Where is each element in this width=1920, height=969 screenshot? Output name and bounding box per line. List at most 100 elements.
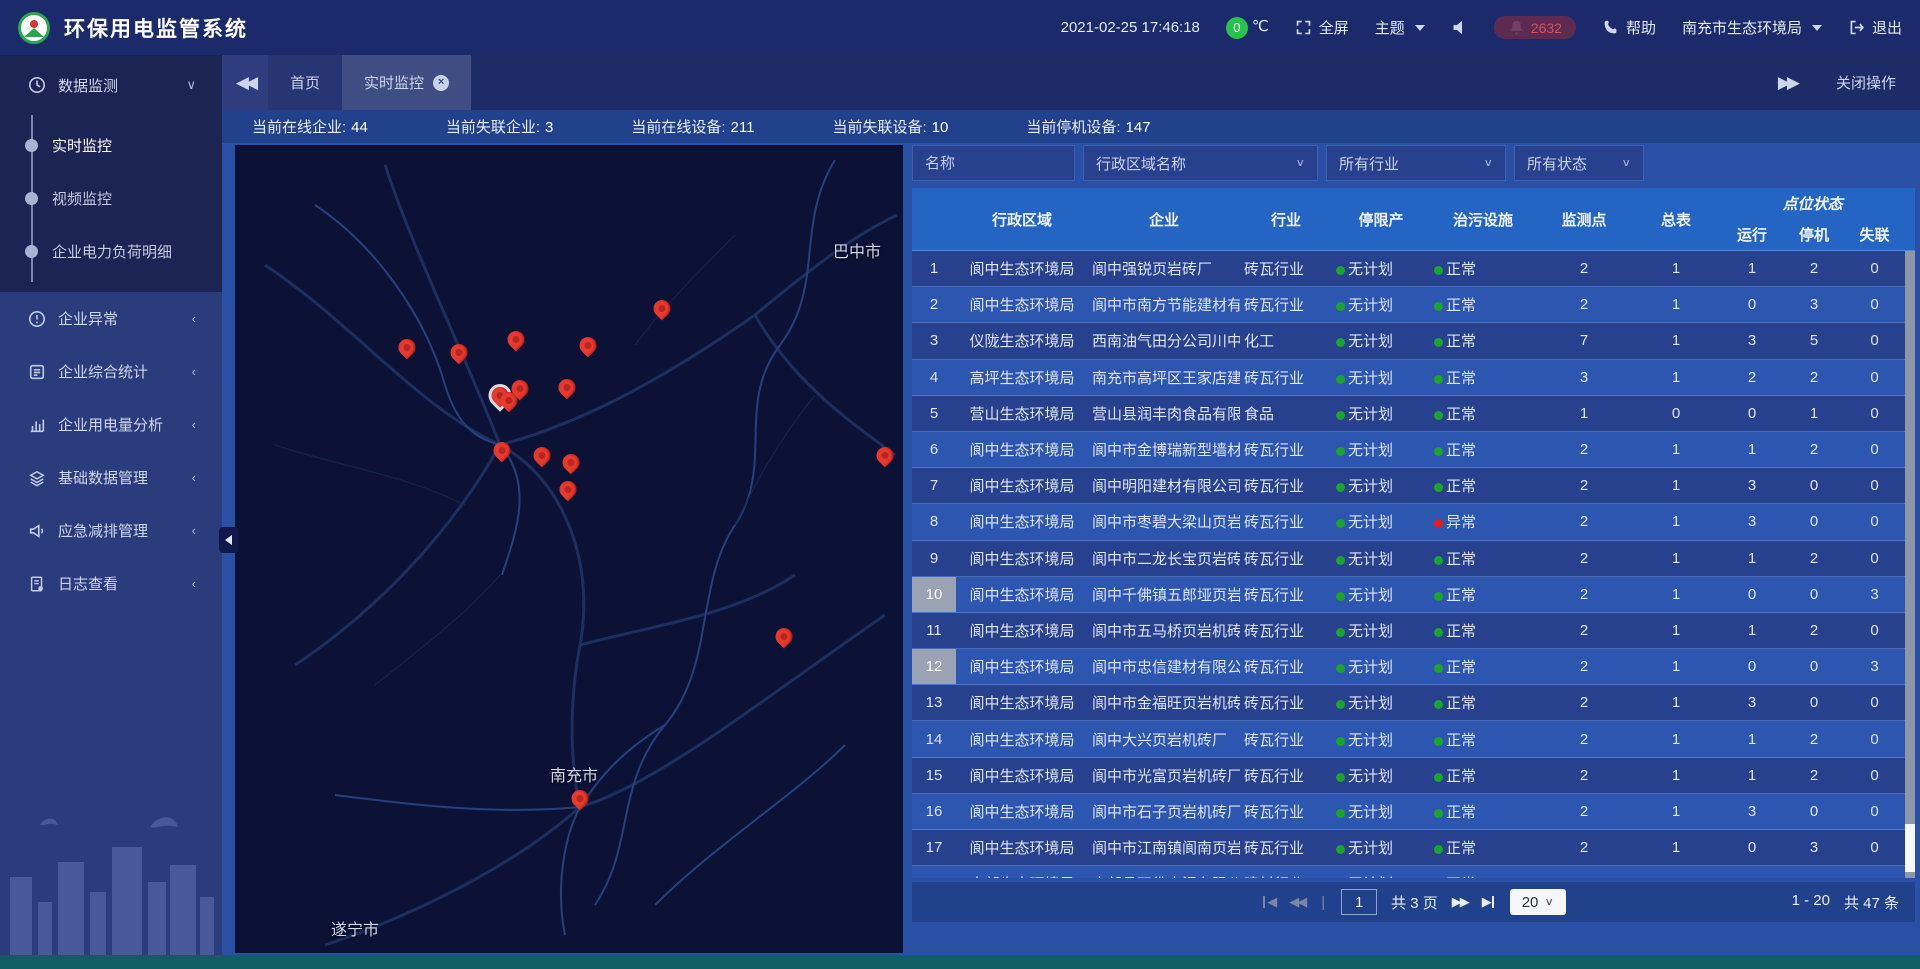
row-meters: 1	[1632, 332, 1720, 349]
sidebar-group-log-view: 日志查看‹	[0, 557, 222, 610]
row-run: 0	[1720, 658, 1784, 675]
table-row[interactable]: 2阆中生态环境局阆中市南方节能建材有砖瓦行业无计划正常21030	[912, 287, 1915, 323]
row-region: 南部生态环境局	[956, 873, 1088, 878]
row-facility-status: 正常	[1430, 656, 1536, 677]
chevron-left-icon: ‹	[192, 417, 196, 432]
sidebar-item-video-monitoring[interactable]: 视频监控	[0, 172, 222, 225]
table-row[interactable]: 13阆中生态环境局阆中市金福旺页岩机砖砖瓦行业无计划正常21300	[912, 685, 1915, 721]
row-points: 2	[1536, 441, 1632, 458]
status-dot-icon	[1336, 375, 1345, 384]
row-limit-status: 无计划	[1332, 873, 1430, 878]
org-dropdown[interactable]: 南充市生态环境局	[1682, 17, 1822, 38]
row-run: 3	[1720, 803, 1784, 820]
sidebar-item-emergency-reduction[interactable]: 应急减排管理‹	[0, 504, 222, 557]
chevron-down-icon: ∨	[1544, 896, 1554, 909]
industry-filter-select[interactable]: 所有行业∨	[1326, 145, 1506, 181]
row-run: 3	[1720, 513, 1784, 530]
table-row[interactable]: 9阆中生态环境局阆中市二龙长宝页岩砖砖瓦行业无计划正常21120	[912, 541, 1915, 577]
status-dot-icon	[1336, 447, 1345, 456]
table-row[interactable]: 7阆中生态环境局阆中明阳建材有限公司砖瓦行业无计划正常21300	[912, 468, 1915, 504]
map[interactable]: 巴中市南充市遂宁市	[235, 145, 903, 953]
next-page-button[interactable]: ▶▶	[1452, 894, 1468, 910]
map-collapse-button[interactable]	[219, 527, 238, 553]
stat-value: 211	[731, 119, 755, 136]
close-operations-dropdown[interactable]: 关闭操作	[1836, 72, 1896, 93]
row-index: 3	[912, 323, 956, 358]
row-industry: 砖瓦行业	[1240, 439, 1332, 460]
row-lost: 0	[1844, 477, 1905, 494]
table-row[interactable]: 17阆中生态环境局阆中市江南镇阆南页岩砖瓦行业无计划正常21030	[912, 830, 1915, 866]
status-filter-select[interactable]: 所有状态∨	[1514, 145, 1644, 181]
volume-icon[interactable]	[1451, 19, 1468, 36]
first-page-button[interactable]: ◀	[1261, 894, 1275, 910]
table-row[interactable]: 3仪陇生态环境局西南油气田分公司川中化工无计划正常71350	[912, 323, 1915, 359]
fast-forward-icon[interactable]: ▶▶	[1778, 73, 1796, 93]
row-industry: 砖瓦行业	[1240, 765, 1332, 786]
bell-icon	[1508, 19, 1525, 36]
sidebar-item-power-load-detail[interactable]: 企业电力负荷明细	[0, 225, 222, 278]
tab-home[interactable]: 首页	[268, 55, 342, 110]
alert-icon	[28, 310, 46, 328]
tab-realtime-monitoring[interactable]: 实时监控 ×	[342, 55, 471, 110]
prev-page-button[interactable]: ◀◀	[1289, 894, 1305, 910]
row-points: 2	[1536, 550, 1632, 567]
row-facility-status: 正常	[1430, 294, 1536, 315]
row-facility-status: 正常	[1430, 837, 1536, 858]
row-run: 1	[1720, 767, 1784, 784]
row-limit-status: 无计划	[1332, 439, 1430, 460]
table-row[interactable]: 18南部生态环境局南部县双佛水泥有限公建材行业无计划正常21000	[912, 866, 1915, 878]
row-lost: 0	[1844, 441, 1905, 458]
sidebar-group-power-usage-analysis: 企业用电量分析‹	[0, 398, 222, 451]
table-header: 行政区域 企业 行业 停限产 治污设施 监测点 总表 点位状态 运行	[912, 188, 1915, 251]
notification-badge[interactable]: 2632	[1494, 16, 1576, 39]
scrollbar-thumb[interactable]	[1905, 824, 1915, 872]
row-stop: 0	[1784, 513, 1844, 530]
row-meters: 1	[1632, 550, 1720, 567]
row-run: 3	[1720, 694, 1784, 711]
page-size-select[interactable]: 20∨	[1510, 889, 1566, 915]
row-meters: 1	[1632, 875, 1720, 878]
sidebar-item-data-monitoring[interactable]: 数据监测∨	[0, 55, 222, 115]
table-row[interactable]: 4高坪生态环境局南充市高坪区王家店建砖瓦行业无计划正常31220	[912, 360, 1915, 396]
sidebar-item-enterprise-stats[interactable]: 企业综合统计‹	[0, 345, 222, 398]
sidebar-group-data-monitoring: 数据监测∨实时监控视频监控企业电力负荷明细	[0, 55, 222, 292]
row-run: 1	[1720, 260, 1784, 277]
table-row[interactable]: 8阆中生态环境局阆中市枣碧大梁山页岩砖瓦行业无计划异常21300	[912, 504, 1915, 540]
sidebar-item-power-usage-analysis[interactable]: 企业用电量分析‹	[0, 398, 222, 451]
table-row[interactable]: 11阆中生态环境局阆中市五马桥页岩机砖砖瓦行业无计划正常21120	[912, 613, 1915, 649]
logout-button[interactable]: 退出	[1848, 17, 1902, 38]
row-region: 阆中生态环境局	[956, 439, 1088, 460]
page-number-input[interactable]: 1	[1341, 889, 1377, 915]
row-stop: 2	[1784, 260, 1844, 277]
table-row[interactable]: 10阆中生态环境局阆中千佛镇五郎垭页岩砖瓦行业无计划正常21003	[912, 577, 1915, 613]
table-row[interactable]: 12阆中生态环境局阆中市忠信建材有限公砖瓦行业无计划正常21003	[912, 649, 1915, 685]
fullscreen-button[interactable]: 全屏	[1295, 17, 1349, 38]
row-meters: 1	[1632, 731, 1720, 748]
table-row[interactable]: 6阆中生态环境局阆中市金博瑞新型墙材砖瓦行业无计划正常21120	[912, 432, 1915, 468]
row-region: 阆中生态环境局	[956, 294, 1088, 315]
row-lost: 0	[1844, 875, 1905, 878]
sidebar-item-realtime-monitoring[interactable]: 实时监控	[0, 119, 222, 172]
table-row[interactable]: 14阆中生态环境局阆中大兴页岩机砖厂砖瓦行业无计划正常21120	[912, 721, 1915, 757]
last-page-button[interactable]: ▶	[1482, 894, 1496, 910]
table-row[interactable]: 5营山生态环境局营山县润丰肉食品有限食品无计划正常10010	[912, 396, 1915, 432]
help-button[interactable]: 帮助	[1602, 17, 1656, 38]
sidebar-item-base-data-mgmt[interactable]: 基础数据管理‹	[0, 451, 222, 504]
row-index: 14	[912, 721, 956, 756]
table-row[interactable]: 16阆中生态环境局阆中市石子页岩机砖厂砖瓦行业无计划正常21300	[912, 794, 1915, 830]
tabs-scroll-left-button[interactable]: ◀◀	[222, 55, 268, 110]
row-index: 7	[912, 468, 956, 503]
region-filter-select[interactable]: 行政区域名称∨	[1083, 145, 1318, 181]
row-region: 阆中生态环境局	[956, 765, 1088, 786]
table-row[interactable]: 1阆中生态环境局阆中强锐页岩砖厂砖瓦行业无计划正常21120	[912, 251, 1915, 287]
table-scrollbar[interactable]	[1905, 251, 1915, 878]
row-company: 南部县双佛水泥有限公	[1088, 873, 1240, 878]
chevron-down-icon: ∨	[186, 77, 196, 93]
sidebar-item-enterprise-abnormal[interactable]: 企业异常‹	[0, 292, 222, 345]
theme-dropdown[interactable]: 主题	[1375, 17, 1425, 38]
table-row[interactable]: 15阆中生态环境局阆中市光富页岩机砖厂砖瓦行业无计划正常21120	[912, 758, 1915, 794]
name-filter-input[interactable]	[912, 145, 1075, 181]
row-stop: 2	[1784, 622, 1844, 639]
close-icon[interactable]: ×	[433, 75, 449, 91]
sidebar-item-log-view[interactable]: 日志查看‹	[0, 557, 222, 610]
